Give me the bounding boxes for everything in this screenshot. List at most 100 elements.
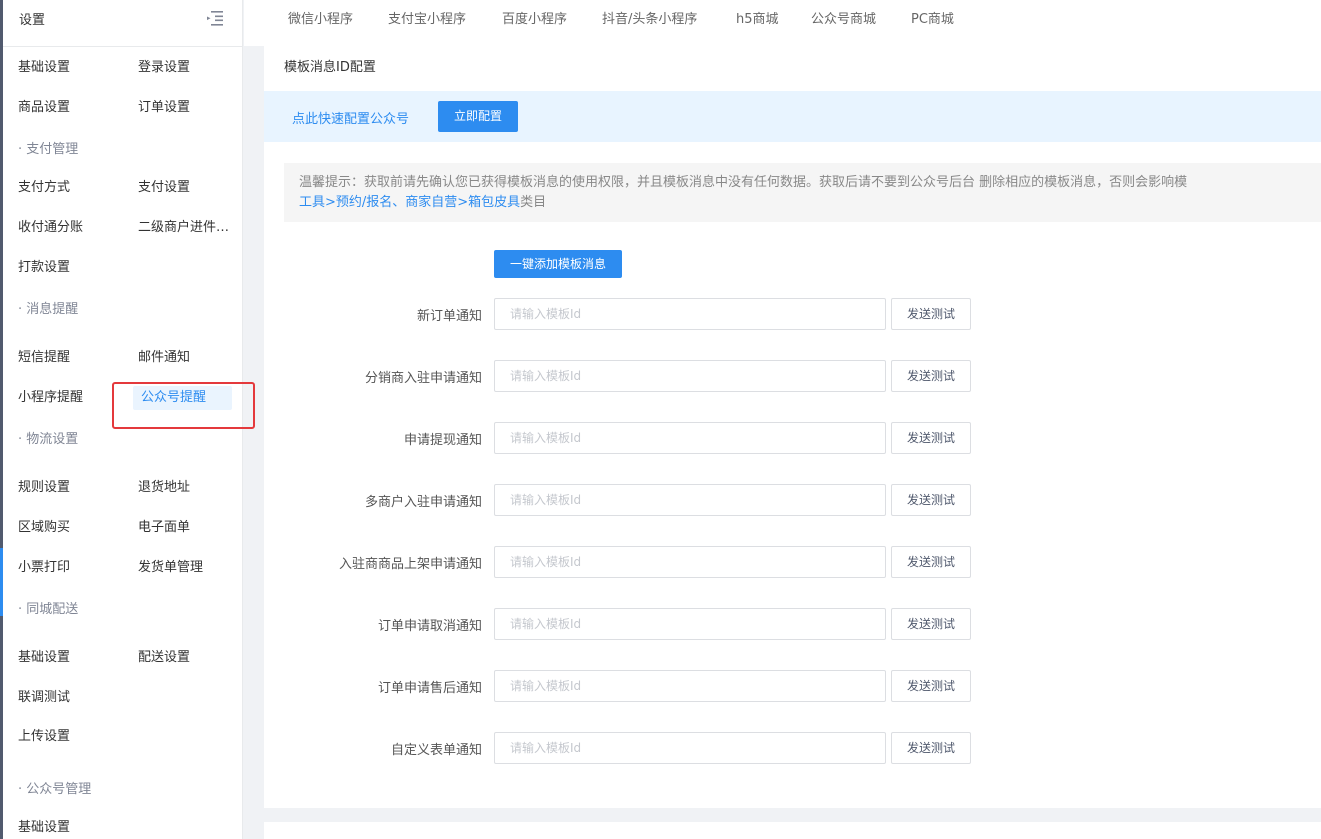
tip-category-link[interactable]: 工具>预约/报名、商家自营>箱包皮具 [299, 195, 520, 210]
sidebar-row: 小票打印 发货单管理 [3, 547, 242, 587]
sidebar-row: 联调测试 [3, 677, 242, 717]
tab-platform[interactable]: 公众号商城 [811, 8, 876, 27]
tab-platform[interactable]: PC商城 [911, 8, 954, 27]
tip-tail: 类目 [520, 195, 547, 210]
sidebar-item[interactable]: 短信提醒 [18, 347, 70, 369]
sidebar-row: 打款设置 [3, 247, 242, 287]
tip-box: 温馨提示：获取前请先确认您已获得模板消息的使用权限，并且模板消息中没有任何数据。… [284, 163, 1321, 222]
sidebar-row: 基础设置 [3, 807, 242, 839]
sidebar-group-row: · 物流设置 [3, 417, 242, 467]
template-field-row: 订单申请取消通知 发送测试 [264, 608, 1321, 640]
template-id-input[interactable] [494, 670, 886, 702]
sidebar-item[interactable]: 收付通分账 [18, 217, 83, 239]
sidebar-row: 小程序提醒 公众号提醒 [3, 377, 242, 417]
send-test-button[interactable]: 发送测试 [891, 484, 971, 516]
template-id-input[interactable] [494, 360, 886, 392]
sidebar-item[interactable]: 基础设置 [18, 57, 70, 79]
template-config-card: 模板消息ID配置 点此快速配置公众号 立即配置 温馨提示：获取前请先确认您已获得… [264, 46, 1321, 808]
sidebar-group-label: · 消息提醒 [18, 302, 79, 317]
sidebar-row: 上传设置 [3, 717, 242, 767]
sidebar-item[interactable]: 小票打印 [18, 557, 70, 579]
bottom-card [264, 822, 1321, 839]
template-field-row: 分销商入驻申请通知 发送测试 [264, 360, 1321, 392]
menu-collapse-icon[interactable] [206, 10, 224, 26]
platform-tabs: 微信小程序 支付宝小程序 百度小程序 抖音/头条小程序 h5商城 公众号商城 PC商城 [244, 0, 1321, 46]
add-template-button[interactable]: 一键添加模板消息 [494, 250, 622, 278]
sidebar-item[interactable]: 联调测试 [18, 687, 70, 709]
quick-config-bar: 点此快速配置公众号 立即配置 [264, 91, 1321, 142]
template-id-input[interactable] [494, 422, 886, 454]
sidebar-item[interactable]: 配送设置 [138, 647, 190, 669]
send-test-button[interactable]: 发送测试 [891, 732, 971, 764]
sidebar-item[interactable]: 商品设置 [18, 97, 70, 119]
sidebar-item[interactable]: 区域购买 [18, 517, 70, 539]
template-id-input[interactable] [494, 298, 886, 330]
tab-platform[interactable]: 百度小程序 [502, 8, 567, 27]
sidebar-group-row: · 同城配送 [3, 587, 242, 637]
sidebar-item[interactable]: 打款设置 [18, 257, 70, 279]
configure-now-button[interactable]: 立即配置 [438, 101, 518, 132]
sidebar-item[interactable]: 二级商户进件管理 [138, 217, 238, 239]
sidebar-group-label: · 同城配送 [18, 602, 79, 617]
sidebar-group-label: · 支付管理 [18, 142, 79, 157]
sidebar-row: 基础设置 配送设置 [3, 637, 242, 677]
template-field-label: 新订单通知 [416, 309, 482, 324]
sidebar-row: 区域购买 电子面单 [3, 507, 242, 547]
tab-platform[interactable]: 微信小程序 [288, 8, 353, 27]
sidebar-item[interactable]: 订单设置 [138, 97, 190, 119]
sidebar-row: 短信提醒 邮件通知 [3, 337, 242, 377]
send-test-button[interactable]: 发送测试 [891, 546, 971, 578]
template-field-label: 入驻商商品上架申请通知 [338, 557, 482, 572]
template-id-input[interactable] [494, 732, 886, 764]
sidebar-group-label: · 物流设置 [18, 432, 79, 447]
template-field-label: 分销商入驻申请通知 [364, 371, 482, 386]
sidebar-item[interactable]: 小程序提醒 [18, 387, 83, 409]
sidebar-row: 基础设置 登录设置 [3, 47, 242, 87]
sidebar-item[interactable]: 退货地址 [138, 477, 190, 499]
send-test-button[interactable]: 发送测试 [891, 670, 971, 702]
template-field-label: 订单申请取消通知 [377, 619, 482, 634]
template-field-label: 多商户入驻申请通知 [364, 495, 482, 510]
sidebar-item[interactable]: 支付设置 [138, 177, 190, 199]
tab-platform[interactable]: h5商城 [736, 8, 779, 27]
sidebar-menu: 基础设置 登录设置商品设置 订单设置 · 支付管理支付方式 支付设置收付通分账 二级商户进… [3, 47, 242, 839]
tab-platform[interactable]: 支付宝小程序 [388, 8, 466, 27]
sidebar-item[interactable]: 登录设置 [138, 57, 190, 79]
template-id-input[interactable] [494, 608, 886, 640]
sidebar-item-active[interactable]: 公众号提醒 [133, 386, 232, 410]
tip-text: 温馨提示：获取前请先确认您已获得模板消息的使用权限，并且模板消息中没有任何数据。… [299, 175, 1188, 190]
sidebar-group-row: · 支付管理 [3, 127, 242, 167]
send-test-button[interactable]: 发送测试 [891, 360, 971, 392]
quick-config-link[interactable]: 点此快速配置公众号 [292, 108, 409, 127]
template-field-row: 自定义表单通知 发送测试 [264, 732, 1321, 764]
template-field-label: 订单申请售后通知 [377, 681, 482, 696]
sidebar-group-row: · 公众号管理 [3, 767, 242, 807]
template-field-row: 申请提现通知 发送测试 [264, 422, 1321, 454]
sidebar-item[interactable]: 发货单管理 [138, 557, 203, 579]
send-test-button[interactable]: 发送测试 [891, 422, 971, 454]
template-field-row: 多商户入驻申请通知 发送测试 [264, 484, 1321, 516]
sidebar-item[interactable]: 上传设置 [18, 726, 70, 748]
sidebar-item[interactable]: 支付方式 [18, 177, 70, 199]
sidebar-item[interactable]: 规则设置 [18, 477, 70, 499]
template-id-input[interactable] [494, 546, 886, 578]
sidebar-item[interactable]: 电子面单 [138, 517, 190, 539]
template-field-label: 申请提现通知 [403, 433, 482, 448]
settings-sidebar: 设置 基础设置 登录设置商品设置 订单设置 · 支付管理支付方式 支付设置收付通分账 二级… [3, 0, 243, 839]
sidebar-title: 设置 [19, 13, 46, 28]
template-field-row: 新订单通知 发送测试 [264, 298, 1321, 330]
sidebar-item[interactable]: 邮件通知 [138, 347, 190, 369]
sidebar-item[interactable]: 基础设置 [18, 647, 70, 669]
sidebar-row: 支付方式 支付设置 [3, 167, 242, 207]
sidebar-item[interactable]: 基础设置 [18, 817, 70, 839]
sidebar-row: 收付通分账 二级商户进件管理 [3, 207, 242, 247]
template-id-input[interactable] [494, 484, 886, 516]
sidebar-group-label: · 公众号管理 [18, 782, 92, 797]
send-test-button[interactable]: 发送测试 [891, 608, 971, 640]
send-test-button[interactable]: 发送测试 [891, 298, 971, 330]
template-field-label: 自定义表单通知 [390, 743, 482, 758]
card-title: 模板消息ID配置 [284, 60, 376, 75]
tab-platform[interactable]: 抖音/头条小程序 [602, 8, 697, 27]
template-field-row: 订单申请售后通知 发送测试 [264, 670, 1321, 702]
sidebar-row: 规则设置 退货地址 [3, 467, 242, 507]
